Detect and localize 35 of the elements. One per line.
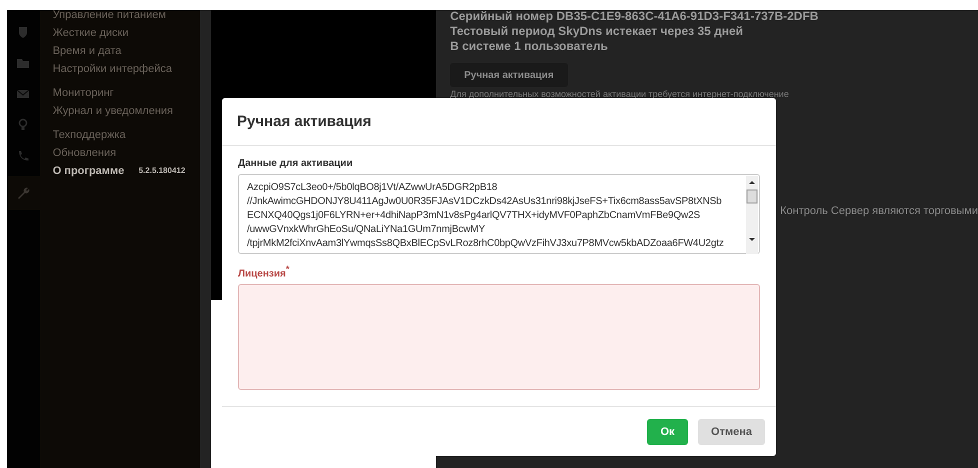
item-label: Техподдержка xyxy=(52,128,126,143)
info-text: Серийный номер DB35-C1E9-863C-41A6-91D3-F341-737B-2DFB xyxy=(450,9,820,24)
ok-button[interactable]: Ок xyxy=(647,419,688,445)
version-label: 5.2.5.180412 xyxy=(138,165,186,177)
sidebar-item[interactable]: Жесткие диски xyxy=(52,24,200,42)
hint-text: Для дополнительных возможностей активации требуется интернет-подключение xyxy=(450,89,790,99)
sidebar-item[interactable]: О программе 5.2.5.180412 xyxy=(52,162,200,180)
item-label: Мониторинг xyxy=(52,86,114,101)
wrench-icon[interactable] xyxy=(16,186,30,200)
sidebar-item[interactable]: Управление питанием xyxy=(52,10,200,24)
sidebar-item[interactable]: Настройки интерфейса xyxy=(52,60,200,78)
item-label: Жесткие диски xyxy=(52,26,129,41)
sidebar-item[interactable]: Техподдержка xyxy=(52,126,200,144)
info-text: В системе 1 пользователь xyxy=(450,39,609,54)
sidebar-item[interactable]: Журнал и уведомления xyxy=(52,102,200,120)
sidebar-item[interactable]: Время и дата xyxy=(52,42,200,60)
cancel-button[interactable]: Отмена xyxy=(698,419,765,445)
field-label: Лицензия$^{*}$ xyxy=(238,264,290,280)
item-label: О программе xyxy=(52,164,124,179)
item-label: Время и дата xyxy=(52,44,122,59)
dialog-title: Ручная активация xyxy=(237,113,372,130)
scrollbar-drawing[interactable] xyxy=(746,176,758,254)
trademark-text: Контроль Сервер являются торговыми xyxy=(780,205,978,217)
item-label: Настройки интерфейса xyxy=(52,62,172,77)
manual-activation-button[interactable]: Ручная активация xyxy=(450,63,568,87)
field-label: Данные для активации xyxy=(238,158,354,169)
activation-data-field[interactable]: AzcpiO9S7cL3eo0+/5b0lqBO8j1Vt/AZwwUrA5DGR2pB18 //JnkAwimcGHDONJY8U411AgJw0U0R35FJAsV1DCzkDs42AsUs31nri98kjJseFS+Tix6cm8ass5avSP8tXNSb ECNXQ40Qgs1j0F6LYRN+er+4dhiNapP3mN1v8sPg4arlQV7THX+idyMVF0PaphZbCnamVmFBe9Qw2S /uwwGVnxkWhrGhEoSu/QNaLiYNa1GUm7nmjBcwMY /tpjrMkM2fciXnvAam3lYwmqsSs8QBxBlECpSvLRoz8rhC0bpQwVzFihVJ3xu7P8MVcw5kbADZoaa6FW4U2gtz xyxy=(238,174,760,254)
sidebar-item[interactable]: Мониторинг xyxy=(52,84,200,102)
license-field[interactable] xyxy=(238,284,760,390)
sidebar-item[interactable]: Обновления xyxy=(52,144,200,162)
info-text: Тестовый период SkyDns истекает через 35 дней xyxy=(450,24,744,39)
item-label: Обновления xyxy=(52,146,116,161)
item-label: Управление питанием xyxy=(52,10,166,23)
phone-icon[interactable] xyxy=(16,148,30,162)
item-label: Журнал и уведомления xyxy=(52,104,173,119)
